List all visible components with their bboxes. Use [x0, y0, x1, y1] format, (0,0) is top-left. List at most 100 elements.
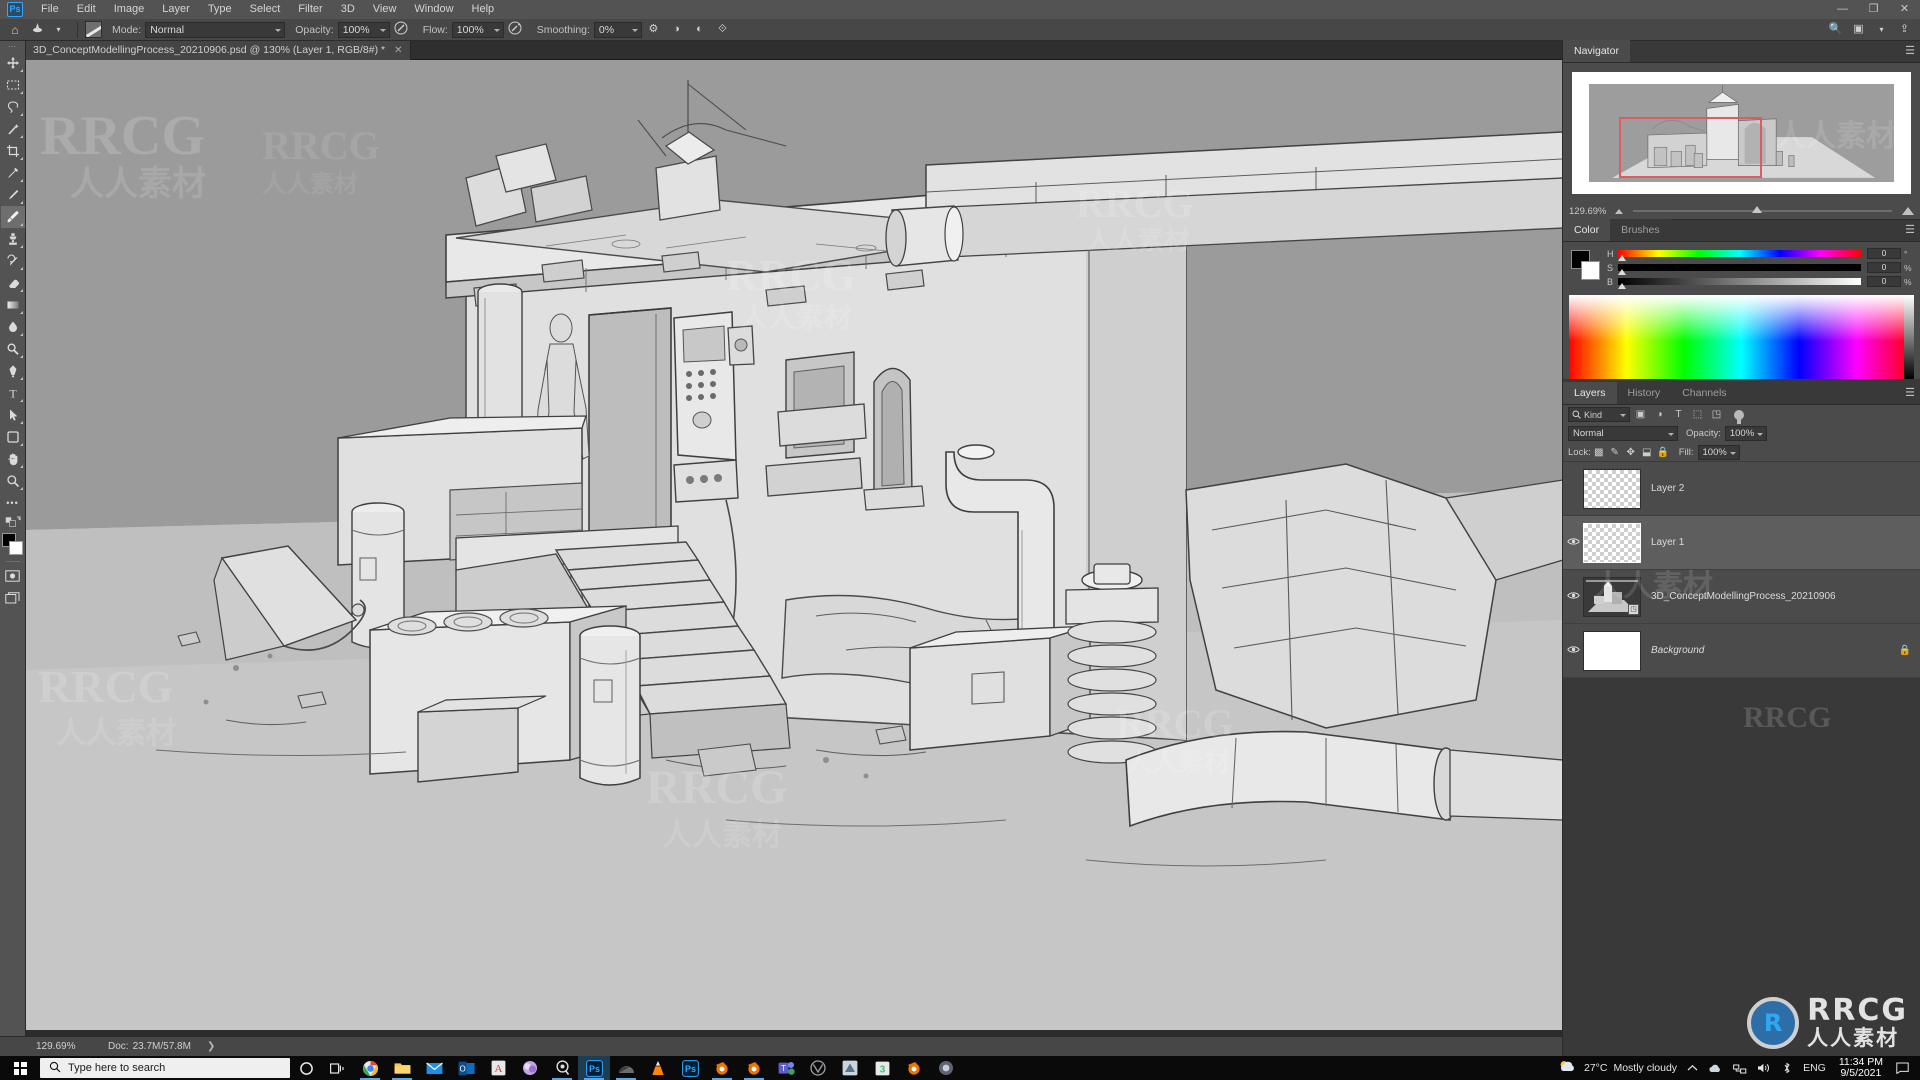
share-icon[interactable]: ⇪ — [1896, 21, 1913, 38]
smart-object-filter-icon[interactable]: ◳ — [1708, 407, 1725, 422]
gradient-tool[interactable] — [1, 294, 25, 316]
menu-help[interactable]: Help — [463, 0, 504, 19]
layer-name[interactable]: Layer 1 — [1651, 537, 1684, 548]
saturation-value[interactable]: 0 — [1867, 262, 1901, 273]
close-button[interactable]: ✕ — [1889, 0, 1920, 19]
layer-opacity-input[interactable]: 100% — [1725, 426, 1767, 441]
rectangular-marquee-tool[interactable] — [1, 74, 25, 96]
windows-start-icon[interactable] — [0, 1056, 40, 1080]
document-tab-close-icon[interactable]: ✕ — [394, 41, 402, 60]
outlook-taskbar-icon[interactable]: O — [450, 1056, 482, 1080]
teams-taskbar-icon[interactable]: T — [770, 1056, 802, 1080]
blender3-taskbar-icon[interactable] — [898, 1056, 930, 1080]
hue-value[interactable]: 0 — [1867, 248, 1901, 259]
menu-type[interactable]: Type — [199, 0, 241, 19]
screen-mode-icon[interactable] — [1, 587, 25, 609]
move-tool[interactable] — [1, 52, 25, 74]
language-indicator[interactable]: ENG — [1803, 1062, 1826, 1074]
blender2-taskbar-icon[interactable] — [738, 1056, 770, 1080]
home-icon[interactable]: ⌂ — [4, 23, 26, 37]
layer-thumbnail[interactable] — [1583, 469, 1641, 509]
menu-image[interactable]: Image — [105, 0, 154, 19]
history-brush-tool[interactable] — [1, 250, 25, 272]
background-color-swatch[interactable] — [9, 541, 23, 555]
onedrive-icon[interactable] — [1708, 1063, 1723, 1073]
symmetry-icon[interactable]: ⟐ — [714, 21, 731, 38]
adjustment-filter-icon[interactable]: ◑ — [1651, 407, 1668, 422]
workspace-icon[interactable]: ▣ — [1850, 21, 1867, 38]
navigator-panel-menu-icon[interactable]: ☰ — [1905, 46, 1915, 57]
layer-thumbnail[interactable] — [1583, 631, 1641, 671]
hue-slider[interactable] — [1618, 250, 1861, 257]
tab-layers[interactable]: Layers — [1563, 382, 1617, 404]
color-grayscale-strip[interactable] — [1904, 295, 1914, 379]
airbrush-icon[interactable] — [507, 21, 524, 38]
flow-input[interactable]: 100% — [452, 22, 504, 38]
krita-taskbar-icon[interactable] — [930, 1056, 962, 1080]
layer-blend-mode-select[interactable]: Normal — [1568, 426, 1678, 441]
color-swatches[interactable] — [1, 532, 25, 558]
lasso-tool[interactable] — [1, 96, 25, 118]
menu-select[interactable]: Select — [241, 0, 290, 19]
layer-visibility-toggle[interactable] — [1563, 645, 1583, 657]
layers-panel-menu-icon[interactable]: ☰ — [1905, 388, 1915, 399]
opacity-pressure-icon[interactable] — [393, 21, 410, 38]
network-icon[interactable] — [1733, 1063, 1747, 1074]
blur-tool[interactable] — [1, 316, 25, 338]
blender-taskbar-icon[interactable] — [706, 1056, 738, 1080]
eraser-tool[interactable] — [1, 272, 25, 294]
brightness-slider[interactable] — [1618, 278, 1861, 285]
lock-all-icon[interactable]: 🔒 — [1655, 445, 1671, 460]
layer-filter-kind-select[interactable]: Kind — [1568, 407, 1630, 422]
layer-visibility-toggle[interactable] — [1563, 537, 1583, 549]
action-center-icon[interactable] — [1896, 1062, 1909, 1074]
layer-visibility-toggle[interactable] — [1563, 591, 1583, 603]
pixel-filter-icon[interactable]: ▣ — [1632, 407, 1649, 422]
table-row[interactable]: Background 🔒 — [1563, 624, 1920, 678]
lock-position-icon[interactable]: ✥ — [1623, 445, 1639, 460]
type-filter-icon[interactable]: T — [1670, 407, 1687, 422]
spot-healing-brush-tool[interactable] — [1, 184, 25, 206]
dodge-tool[interactable] — [1, 338, 25, 360]
chevron-up-icon[interactable] — [1687, 1064, 1698, 1072]
task-view-icon[interactable] — [322, 1056, 354, 1080]
shape-tool[interactable] — [1, 426, 25, 448]
menu-filter[interactable]: Filter — [289, 0, 331, 19]
tablet-pressure-opacity-icon[interactable]: ◐ — [691, 21, 708, 38]
layer-thumbnail[interactable] — [1583, 523, 1641, 563]
status-zoom-level[interactable]: 129.69% — [36, 1041, 94, 1052]
color-background-swatch[interactable] — [1581, 261, 1600, 280]
layer-thumbnail[interactable]: ◳ — [1583, 577, 1641, 617]
pen-tool[interactable] — [1, 360, 25, 382]
path-selection-tool[interactable] — [1, 404, 25, 426]
media-taskbar-icon[interactable] — [546, 1056, 578, 1080]
navigator-view-box[interactable] — [1619, 117, 1761, 178]
tab-history[interactable]: History — [1617, 382, 1672, 404]
quick-mask-icon[interactable] — [1, 565, 25, 587]
canvas-area[interactable]: RRCG 人人素材 RRCG 人人素材 RRCG 人人素材 RRCG 人人素材 … — [26, 60, 1562, 1056]
shape-filter-icon[interactable]: ⬚ — [1689, 407, 1706, 422]
vlc-taskbar-icon[interactable] — [642, 1056, 674, 1080]
type-tool[interactable]: T — [1, 382, 25, 404]
menu-window[interactable]: Window — [405, 0, 462, 19]
table-row[interactable]: Layer 1 — [1563, 516, 1920, 570]
layer-name[interactable]: Background — [1651, 645, 1704, 656]
photoshop-taskbar-icon[interactable]: Ps — [578, 1056, 610, 1080]
tablet-pressure-size-icon[interactable]: ◑ — [668, 21, 685, 38]
chrome-taskbar-icon[interactable] — [354, 1056, 386, 1080]
bluetooth-icon[interactable] — [1781, 1062, 1793, 1074]
lock-artboard-icon[interactable]: ⬓ — [1639, 445, 1655, 460]
sketchup-taskbar-icon[interactable]: 3 — [866, 1056, 898, 1080]
brightness-slider-thumb[interactable] — [1618, 283, 1626, 289]
layer-name[interactable]: 3D_ConceptModellingProcess_20210906 — [1651, 591, 1836, 602]
saturation-slider[interactable] — [1618, 264, 1861, 271]
navigator-zoom-slider[interactable] — [1633, 210, 1892, 212]
artboard[interactable] — [26, 60, 1562, 1030]
lock-image-icon[interactable]: ✎ — [1607, 445, 1623, 460]
restore-button[interactable]: ❐ — [1858, 0, 1889, 19]
smoothing-input[interactable]: 0% — [594, 22, 642, 38]
menu-layer[interactable]: Layer — [153, 0, 199, 19]
clone-stamp-tool[interactable] — [1, 228, 25, 250]
tab-color[interactable]: Color — [1563, 219, 1610, 241]
weather-widget[interactable]: 27°C Mostly cloudy — [1558, 1059, 1677, 1077]
